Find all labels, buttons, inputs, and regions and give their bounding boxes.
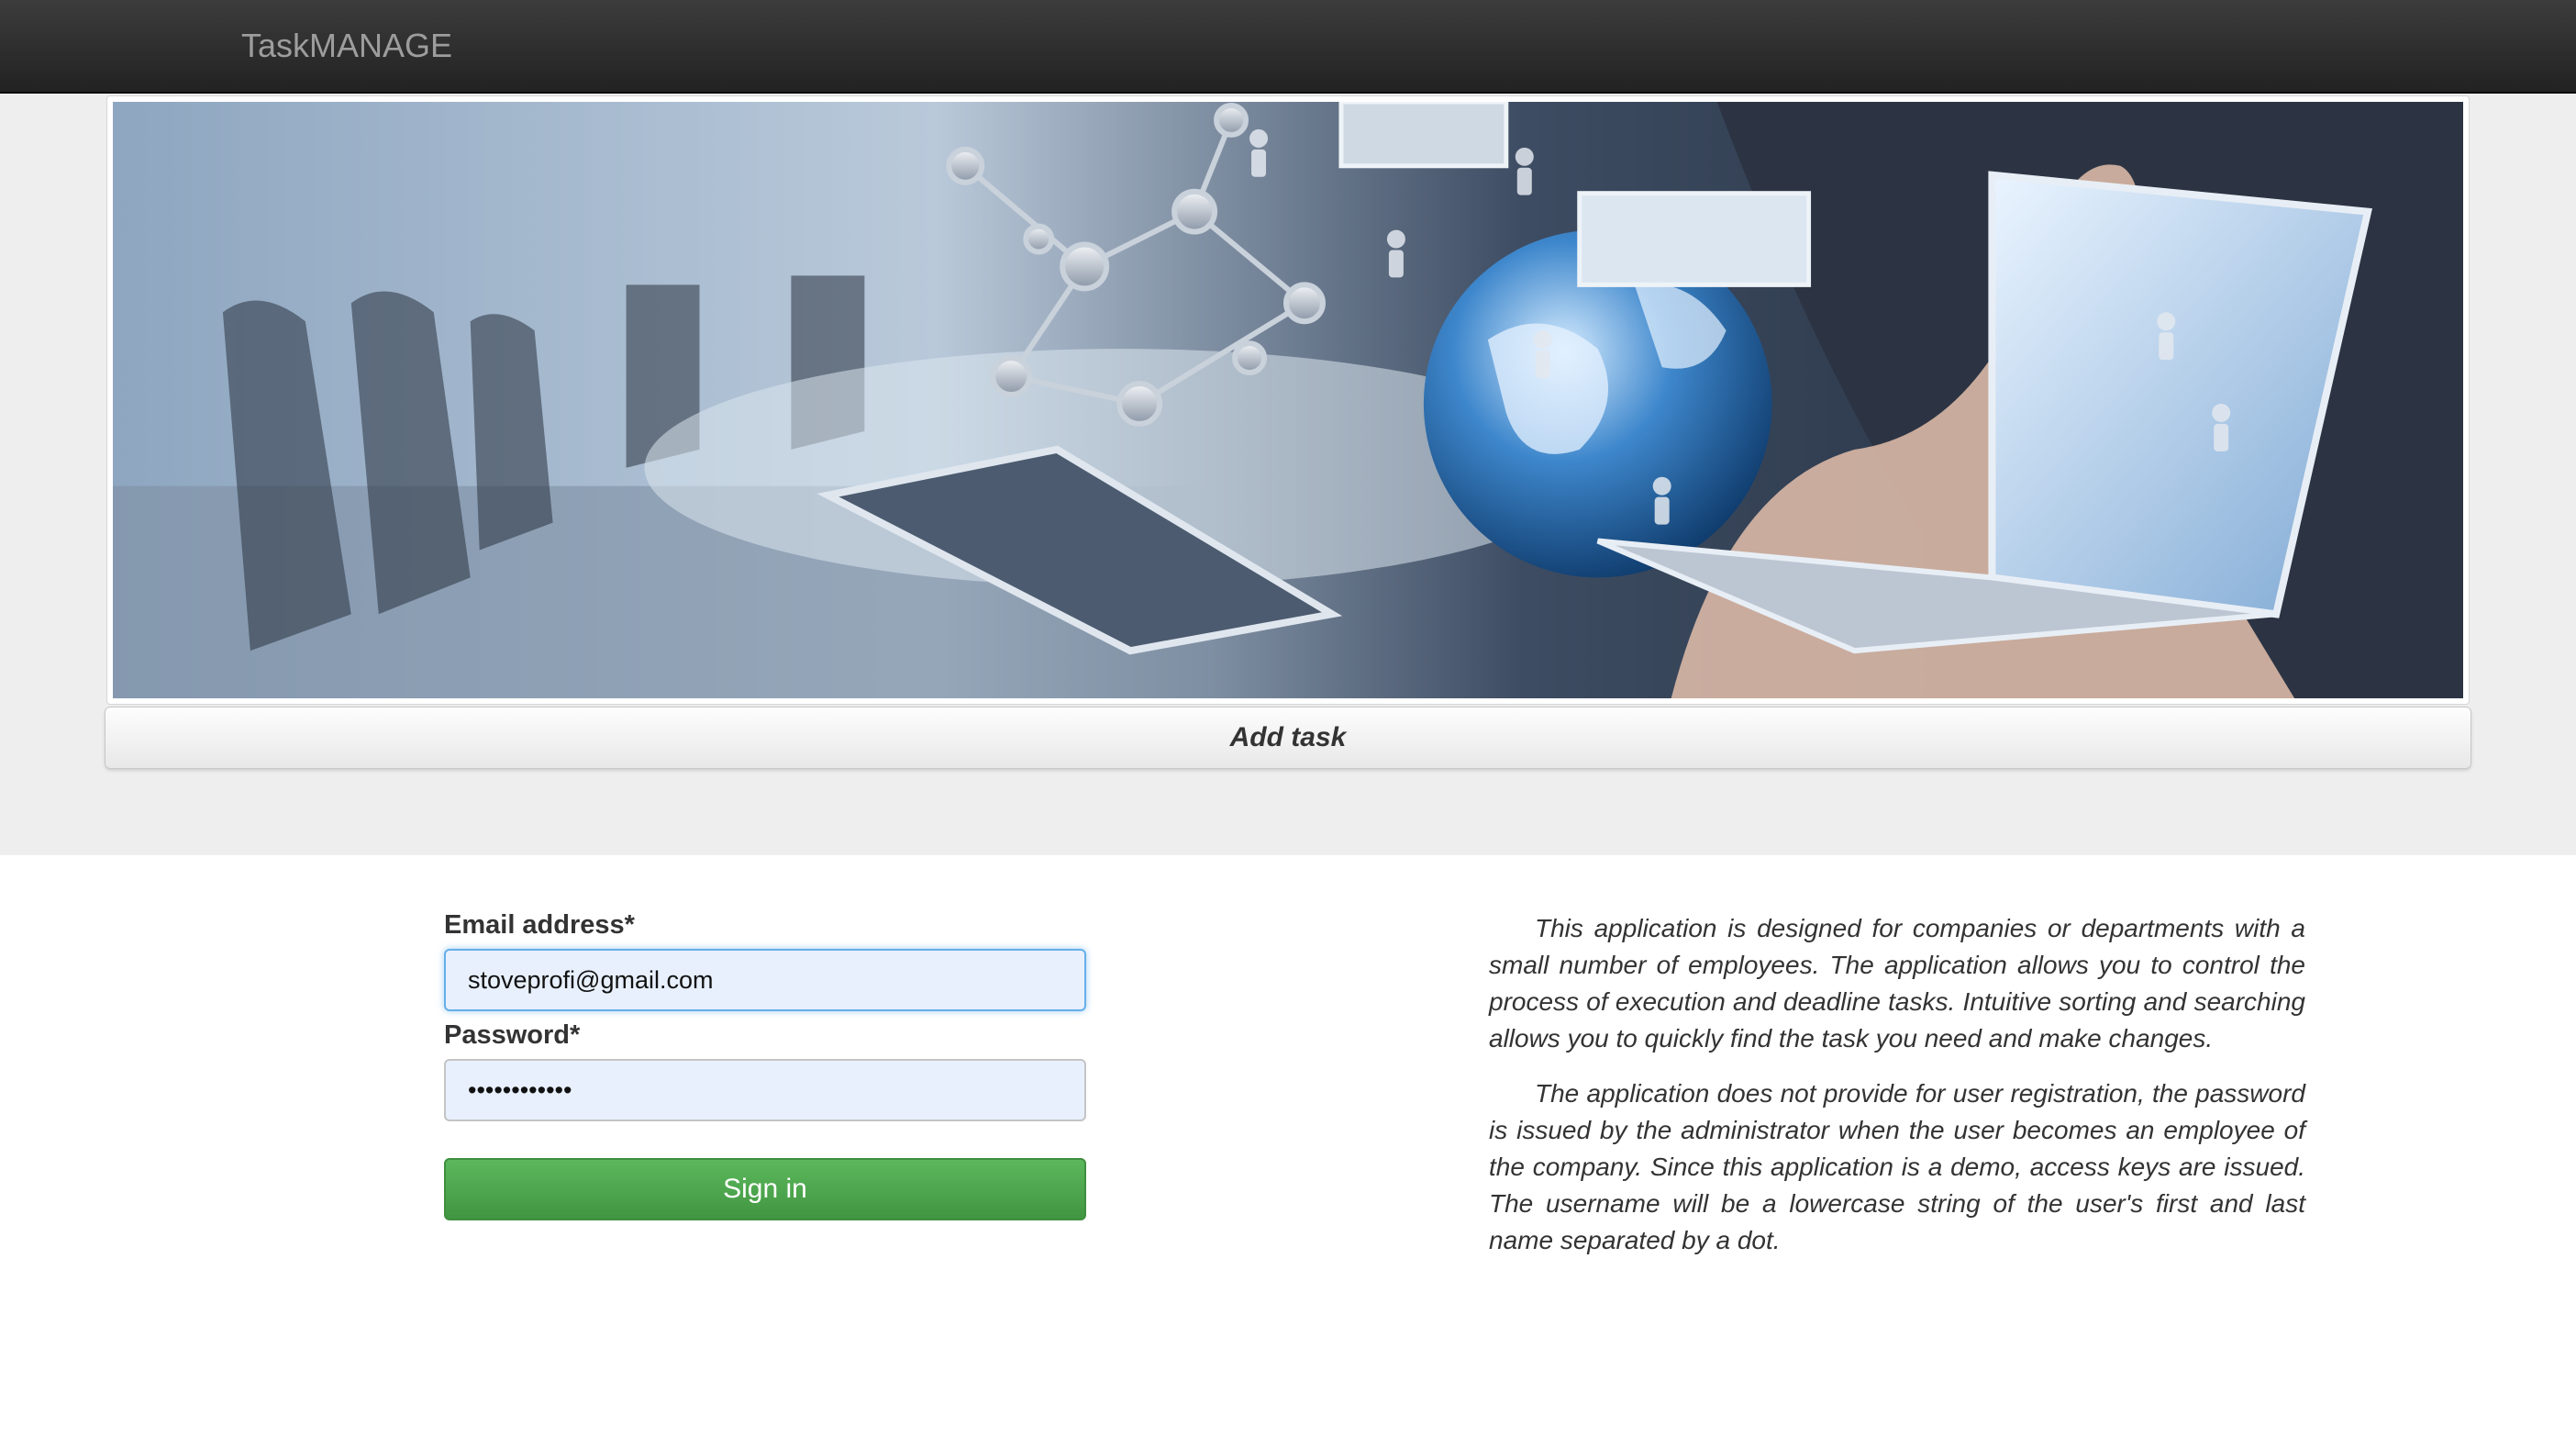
brand-link[interactable]: TaskMANAGE xyxy=(241,26,452,66)
description-paragraph-1: This application is designed for compani… xyxy=(1489,914,2305,1053)
password-field[interactable] xyxy=(444,1059,1086,1121)
hero-section: Add task xyxy=(0,94,2576,855)
description-paragraph-2: The application does not provide for use… xyxy=(1489,1079,2305,1254)
add-task-button[interactable]: Add task xyxy=(105,707,2471,769)
add-task-label: Add task xyxy=(1229,722,1347,752)
sign-in-button[interactable]: Sign in xyxy=(444,1158,1086,1220)
email-field[interactable] xyxy=(444,949,1086,1011)
top-navbar: TaskMANAGE xyxy=(0,0,2576,94)
app-description: This application is designed for compani… xyxy=(1489,910,2305,1277)
login-form: Email address* Password* Sign in xyxy=(444,908,1086,1220)
email-label: Email address* xyxy=(444,910,635,940)
password-label: Password* xyxy=(444,1020,581,1050)
banner-image xyxy=(106,95,2470,705)
